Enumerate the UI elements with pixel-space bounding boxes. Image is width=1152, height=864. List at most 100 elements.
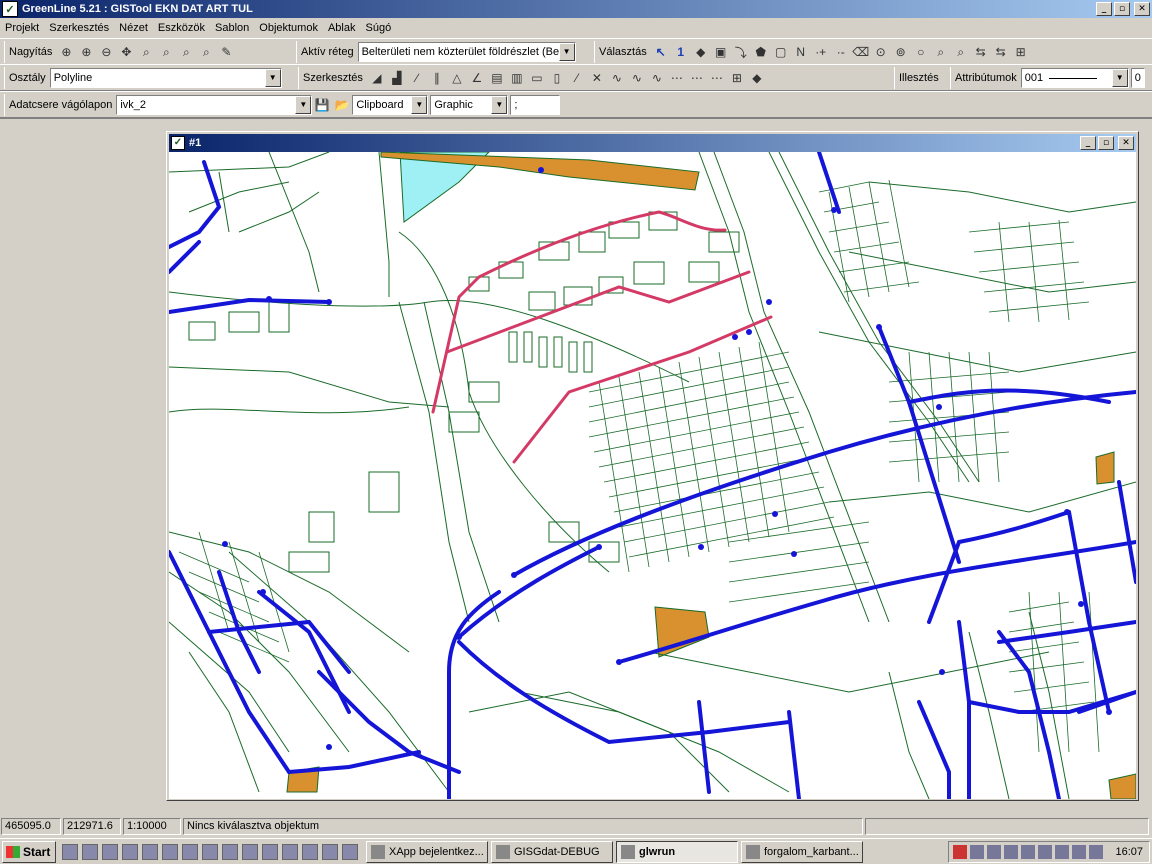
chevron-down-icon[interactable]: ▼	[1111, 69, 1128, 87]
select-rect-icon[interactable]: ▣	[711, 42, 731, 62]
graphic-select[interactable]: Graphic ▼	[430, 95, 509, 115]
tray-monitor-icon[interactable]	[1072, 845, 1086, 859]
eraser-icon[interactable]: ⌫	[851, 42, 871, 62]
network-icon[interactable]	[142, 843, 158, 860]
tray-shield-icon[interactable]	[1004, 845, 1018, 859]
map-window[interactable]: ✓ #1 _ ▫ ✕	[166, 131, 1139, 801]
chevron-down-icon[interactable]: ▼	[558, 43, 575, 61]
menu-szerkesztes[interactable]: Szerkesztés	[44, 22, 114, 34]
map-close-button[interactable]: ✕	[1118, 136, 1134, 150]
zoom-out-icon[interactable]: ⊖	[96, 42, 116, 62]
group-icon[interactable]: ⊞	[727, 68, 747, 88]
menu-projekt[interactable]: Projekt	[0, 22, 44, 34]
task-forgalom[interactable]: forgalom_karbant...	[741, 840, 863, 863]
curve2-icon[interactable]: ∿	[627, 68, 647, 88]
curve-icon[interactable]: ∿	[607, 68, 627, 88]
color-icon[interactable]: ◆	[747, 68, 767, 88]
tray-language-icon[interactable]	[1055, 845, 1069, 859]
select-point-icon[interactable]: ◆	[691, 42, 711, 62]
draw-line-icon[interactable]: ∕	[407, 68, 427, 88]
books-icon[interactable]	[302, 843, 318, 860]
attrib-number[interactable]: 0	[1130, 68, 1145, 88]
separator-field[interactable]: ;	[510, 95, 561, 115]
edit-stamp-icon[interactable]: ▟	[387, 68, 407, 88]
save-icon[interactable]: 💾	[312, 95, 332, 115]
outlook-icon[interactable]	[262, 843, 278, 860]
add-node-icon[interactable]: ·+	[811, 42, 831, 62]
zoom-in-icon[interactable]: ⊕	[76, 42, 96, 62]
minimize-button[interactable]: _	[1096, 2, 1112, 16]
frame-icon[interactable]: ⊞	[1011, 42, 1031, 62]
dash2-icon[interactable]: ⋯	[687, 68, 707, 88]
tray-check-icon[interactable]	[1038, 845, 1052, 859]
map-svg[interactable]	[169, 152, 1136, 799]
word-icon[interactable]	[222, 843, 238, 860]
start-button[interactable]: Start	[2, 840, 56, 863]
open-folder-icon[interactable]: 📂	[332, 95, 352, 115]
exchange-select[interactable]: ivk_2 ▼	[116, 95, 313, 115]
page-icon[interactable]: ▭	[527, 68, 547, 88]
task-glwrun[interactable]: glwrun	[616, 840, 738, 863]
snap-search2-icon[interactable]: ⌕	[951, 42, 971, 62]
snap-search-icon[interactable]: ⌕	[931, 42, 951, 62]
tray-media-icon[interactable]	[1021, 845, 1035, 859]
draw-triangle-icon[interactable]: △	[447, 68, 467, 88]
app-icon[interactable]	[122, 843, 138, 860]
snap-node-icon[interactable]: ⊚	[891, 42, 911, 62]
tray-n-icon[interactable]	[953, 845, 967, 859]
edit-shapes-icon[interactable]: ◢	[367, 68, 387, 88]
save-icon[interactable]	[202, 843, 218, 860]
menu-sablon[interactable]: Sablon	[210, 22, 254, 34]
copy-doc-icon[interactable]: ▥	[507, 68, 527, 88]
remove-node-icon[interactable]: ·-	[831, 42, 851, 62]
move-layer2-icon[interactable]: ⇆	[991, 42, 1011, 62]
zoom-window-icon[interactable]: ⊕	[56, 42, 76, 62]
zoom-all-icon[interactable]: ⌕	[196, 42, 216, 62]
cursor-icon[interactable]: ↖	[651, 42, 671, 62]
restore-button[interactable]: ▫	[1114, 2, 1130, 16]
screen-icon[interactable]	[342, 843, 358, 860]
map-restore-button[interactable]: ▫	[1098, 136, 1114, 150]
zoom-prev-icon[interactable]: ⌕	[136, 42, 156, 62]
pan-icon[interactable]: ✥	[116, 42, 136, 62]
menu-sugo[interactable]: Súgó	[361, 22, 397, 34]
menu-objektumok[interactable]: Objektumok	[254, 22, 323, 34]
curve3-icon[interactable]: ∿	[647, 68, 667, 88]
attrib-select[interactable]: 001 ▼	[1020, 68, 1129, 88]
draw-angle-icon[interactable]: ∠	[467, 68, 487, 88]
quicklaunch-app-icon[interactable]	[62, 843, 78, 860]
tray-volume-icon[interactable]	[987, 845, 1001, 859]
select-count[interactable]: 1	[671, 42, 691, 62]
select-poly-icon[interactable]: ⬟	[751, 42, 771, 62]
excel-icon[interactable]	[242, 843, 258, 860]
class-select[interactable]: Polyline ▼	[49, 68, 282, 88]
zoom-1-1-icon[interactable]: ⌕	[176, 42, 196, 62]
snap-circle-icon[interactable]: ○	[911, 42, 931, 62]
map-canvas[interactable]	[169, 152, 1136, 799]
tool-icon[interactable]	[162, 843, 178, 860]
dash-icon[interactable]: ⋯	[667, 68, 687, 88]
pen-icon[interactable]	[282, 843, 298, 860]
fit-label[interactable]: Illesztés	[899, 72, 939, 84]
edit-line-icon[interactable]: ⁄	[567, 68, 587, 88]
notepad-icon[interactable]	[102, 843, 118, 860]
menu-nezet[interactable]: Nézet	[114, 22, 153, 34]
media-icon[interactable]	[322, 843, 338, 860]
page2-icon[interactable]: ▯	[547, 68, 567, 88]
map-minimize-button[interactable]: _	[1080, 136, 1096, 150]
menu-eszkozok[interactable]: Eszközök	[153, 22, 210, 34]
move-layer-icon[interactable]: ⇆	[971, 42, 991, 62]
task-xapp[interactable]: XApp bejelentkez...	[366, 840, 488, 863]
cut-line-icon[interactable]: ✕	[587, 68, 607, 88]
draw-parallel-icon[interactable]: ∥	[427, 68, 447, 88]
snap-center-icon[interactable]: ⊙	[871, 42, 891, 62]
refresh-brush-icon[interactable]: ✎	[216, 42, 236, 62]
dash3-icon[interactable]: ⋯	[707, 68, 727, 88]
tray-network-icon[interactable]	[970, 845, 984, 859]
clipboard-select[interactable]: Clipboard ▼	[352, 95, 429, 115]
new-doc-icon[interactable]: ▤	[487, 68, 507, 88]
select-area-icon[interactable]: ▢	[771, 42, 791, 62]
zoom-next-icon[interactable]: ⌕	[156, 42, 176, 62]
tray-app-icon[interactable]	[1089, 845, 1103, 859]
chevron-down-icon[interactable]: ▼	[411, 96, 428, 114]
